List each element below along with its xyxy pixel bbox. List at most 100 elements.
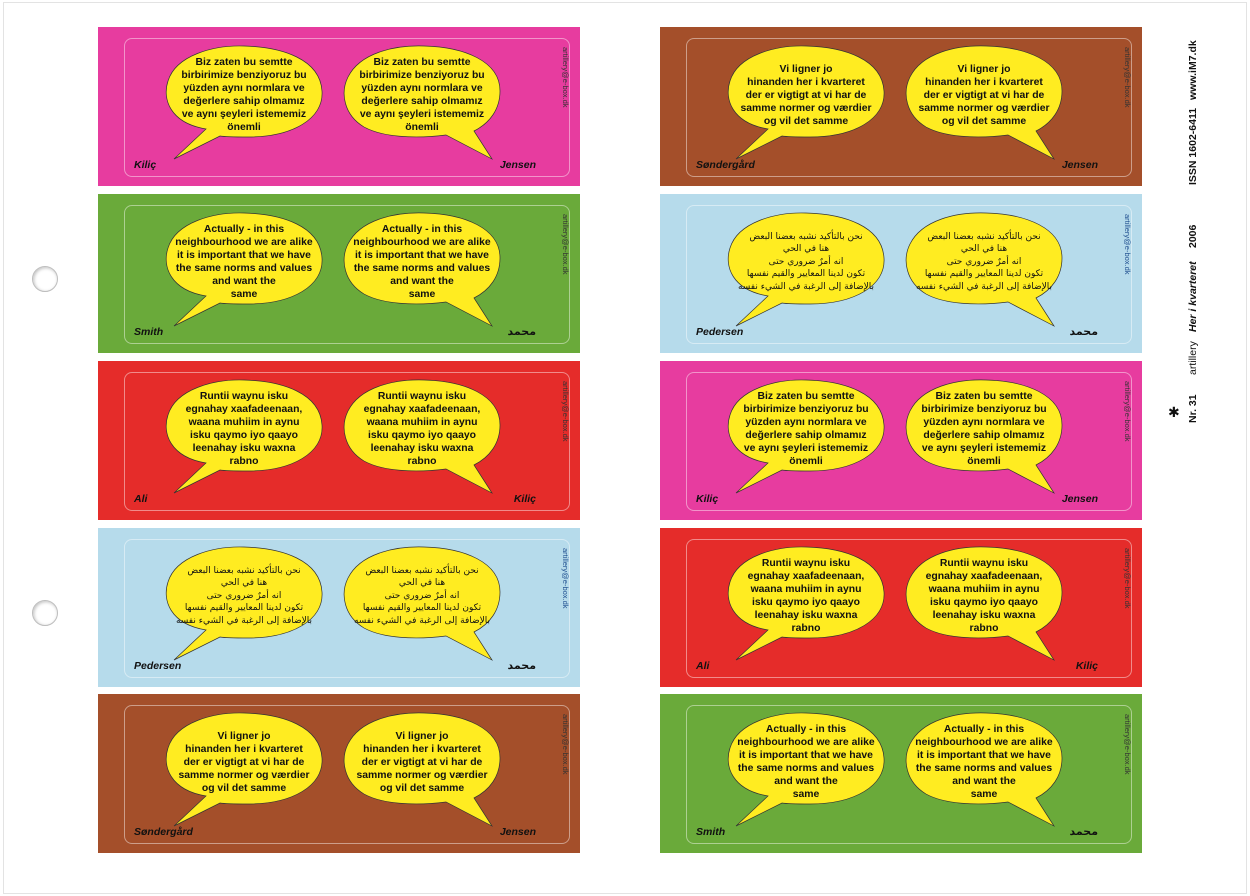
speaker-name-left: Kiliç bbox=[696, 493, 719, 505]
credit-email-text: artillery@e-box.dk bbox=[561, 47, 570, 108]
speech-bubble: Runtii waynu isku egnahay xaafadeenaan, … bbox=[342, 379, 502, 494]
bubble-text: Actually - in this neighbourhood we are … bbox=[353, 224, 491, 300]
bubble-text: Runtii waynu isku egnahay xaafadeenaan, … bbox=[747, 558, 865, 634]
credit-email: artillery@e-box.dk bbox=[561, 714, 577, 834]
sticker-panel: Actually - in this neighbourhood we are … bbox=[660, 694, 1142, 853]
speaker-name-left: Pedersen bbox=[696, 326, 744, 338]
issn: ISSN 1602-6411 bbox=[1187, 107, 1199, 185]
bubble-text: Runtii waynu isku egnahay xaafadeenaan, … bbox=[925, 558, 1043, 634]
speech-bubble: نحن بالتأكيد نشبه بعضنا البعض هنا في الح… bbox=[904, 212, 1064, 327]
speaker-name-right: محمد bbox=[507, 325, 536, 338]
bubble-text: Vi ligner jo hinanden her i kvarteret de… bbox=[356, 730, 488, 794]
speaker-name-left: Smith bbox=[696, 826, 726, 838]
website-url: www.iM7.dk bbox=[1187, 40, 1199, 100]
credit-email-text: artillery@e-box.dk bbox=[1123, 214, 1132, 275]
bubble-text: نحن بالتأكيد نشبه بعضنا البعض هنا في الح… bbox=[353, 565, 491, 626]
credit-email-text: artillery@e-box.dk bbox=[1123, 548, 1132, 609]
speaker-name-left: Ali bbox=[696, 660, 710, 672]
speaker-name-right: محمد bbox=[1069, 325, 1098, 338]
bubble-text: Actually - in this neighbourhood we are … bbox=[175, 224, 313, 300]
credit-email-text: artillery@e-box.dk bbox=[561, 714, 570, 775]
bubble-text: نحن بالتأكيد نشبه بعضنا البعض هنا في الح… bbox=[737, 231, 875, 292]
bubble-text: Actually - in this neighbourhood we are … bbox=[915, 724, 1053, 800]
speaker-name-left: Pedersen bbox=[134, 660, 182, 672]
side-caption: www.iM7.dk ISSN 1602-6411 2006 Her i kva… bbox=[1165, 30, 1199, 430]
publication-title: Her i kvarteret bbox=[1187, 261, 1199, 332]
speaker-name-right: Kiliç bbox=[1075, 660, 1098, 672]
speech-bubble: Actually - in this neighbourhood we are … bbox=[164, 212, 324, 327]
speech-bubble: نحن بالتأكيد نشبه بعضنا البعض هنا في الح… bbox=[164, 546, 324, 661]
credit-email: artillery@e-box.dk bbox=[1123, 381, 1139, 501]
speech-bubble: Vi ligner jo hinanden her i kvarteret de… bbox=[342, 712, 502, 827]
speech-bubble: Runtii waynu isku egnahay xaafadeenaan, … bbox=[904, 546, 1064, 661]
sticker-panel: Vi ligner jo hinanden her i kvarteret de… bbox=[660, 27, 1142, 186]
star-icon: ✱ bbox=[1168, 404, 1180, 420]
speech-bubble: نحن بالتأكيد نشبه بعضنا البعض هنا في الح… bbox=[342, 546, 502, 661]
credit-email-text: artillery@e-box.dk bbox=[1123, 47, 1132, 108]
bubble-text: Biz zaten bu semtte birbirimize benziyor… bbox=[921, 391, 1047, 467]
credit-email-text: artillery@e-box.dk bbox=[561, 214, 570, 275]
bubble-text: نحن بالتأكيد نشبه بعضنا البعض هنا في الح… bbox=[915, 231, 1053, 292]
speech-bubble: Vi ligner jo hinanden her i kvarteret de… bbox=[164, 712, 324, 827]
speech-bubble: Biz zaten bu semtte birbirimize benziyor… bbox=[726, 379, 886, 494]
sticker-sheet: Biz zaten bu semtte birbirimize benziyor… bbox=[0, 0, 1250, 896]
sticker-panel: Vi ligner jo hinanden her i kvarteret de… bbox=[98, 694, 580, 853]
sticker-panel: نحن بالتأكيد نشبه بعضنا البعض هنا في الح… bbox=[660, 194, 1142, 353]
bubble-text: Actually - in this neighbourhood we are … bbox=[737, 724, 875, 800]
sticker-panel: نحن بالتأكيد نشبه بعضنا البعض هنا في الح… bbox=[98, 528, 580, 687]
credit-email: artillery@e-box.dk bbox=[561, 47, 577, 167]
bubble-text: Biz zaten bu semtte birbirimize benziyor… bbox=[359, 57, 485, 133]
speech-bubble: Biz zaten bu semtte birbirimize benziyor… bbox=[164, 45, 324, 160]
bubble-text: Vi ligner jo hinanden her i kvarteret de… bbox=[740, 63, 872, 127]
speech-bubble: Biz zaten bu semtte birbirimize benziyor… bbox=[904, 379, 1064, 494]
credit-email: artillery@e-box.dk bbox=[561, 214, 577, 334]
brand: artillery bbox=[1187, 341, 1199, 375]
bubble-text: Runtii waynu isku egnahay xaafadeenaan, … bbox=[185, 391, 303, 467]
credit-email-text: artillery@e-box.dk bbox=[561, 548, 570, 609]
speaker-name-right: محمد bbox=[507, 659, 536, 672]
bubble-text: Runtii waynu isku egnahay xaafadeenaan, … bbox=[363, 391, 481, 467]
speech-bubble: Biz zaten bu semtte birbirimize benziyor… bbox=[342, 45, 502, 160]
year: 2006 bbox=[1187, 224, 1199, 248]
credit-email-text: artillery@e-box.dk bbox=[1123, 714, 1132, 775]
sticker-panel: Runtii waynu isku egnahay xaafadeenaan, … bbox=[98, 361, 580, 520]
speaker-name-left: Smith bbox=[134, 326, 164, 338]
speech-bubble: Runtii waynu isku egnahay xaafadeenaan, … bbox=[164, 379, 324, 494]
bubble-text: Vi ligner jo hinanden her i kvarteret de… bbox=[178, 730, 310, 794]
credit-email: artillery@e-box.dk bbox=[1123, 548, 1139, 668]
sticker-panel: Biz zaten bu semtte birbirimize benziyor… bbox=[660, 361, 1142, 520]
sticker-panel: Runtii waynu isku egnahay xaafadeenaan, … bbox=[660, 528, 1142, 687]
speaker-name-left: Kiliç bbox=[134, 159, 157, 171]
credit-email: artillery@e-box.dk bbox=[561, 381, 577, 501]
credit-email-text: artillery@e-box.dk bbox=[561, 381, 570, 442]
sticker-panel: Actually - in this neighbourhood we are … bbox=[98, 194, 580, 353]
speech-bubble: Vi ligner jo hinanden her i kvarteret de… bbox=[726, 45, 886, 160]
speaker-name-left: Ali bbox=[134, 493, 148, 505]
credit-email-text: artillery@e-box.dk bbox=[1123, 381, 1132, 442]
speaker-name-right: Jensen bbox=[1061, 159, 1098, 171]
speaker-name-right: Jensen bbox=[499, 826, 536, 838]
credit-email: artillery@e-box.dk bbox=[1123, 47, 1139, 167]
speech-bubble: Runtii waynu isku egnahay xaafadeenaan, … bbox=[726, 546, 886, 661]
punch-hole bbox=[32, 266, 58, 292]
speaker-name-right: Jensen bbox=[1061, 493, 1098, 505]
bubble-text: نحن بالتأكيد نشبه بعضنا البعض هنا في الح… bbox=[175, 565, 313, 626]
issue-number: Nr. 31 bbox=[1187, 394, 1199, 423]
credit-email: artillery@e-box.dk bbox=[1123, 714, 1139, 834]
speaker-name-left: Søndergård bbox=[134, 826, 193, 838]
speech-bubble: Actually - in this neighbourhood we are … bbox=[726, 712, 886, 827]
speech-bubble: نحن بالتأكيد نشبه بعضنا البعض هنا في الح… bbox=[726, 212, 886, 327]
speaker-name-right: محمد bbox=[1069, 825, 1098, 838]
bubble-text: Biz zaten bu semtte birbirimize benziyor… bbox=[181, 57, 307, 133]
speech-bubble: Actually - in this neighbourhood we are … bbox=[904, 712, 1064, 827]
speaker-name-left: Søndergård bbox=[696, 159, 755, 171]
speaker-name-right: Jensen bbox=[499, 159, 536, 171]
speech-bubble: Actually - in this neighbourhood we are … bbox=[342, 212, 502, 327]
speaker-name-right: Kiliç bbox=[513, 493, 536, 505]
speech-bubble: Vi ligner jo hinanden her i kvarteret de… bbox=[904, 45, 1064, 160]
credit-email: artillery@e-box.dk bbox=[561, 548, 577, 668]
sticker-panel: Biz zaten bu semtte birbirimize benziyor… bbox=[98, 27, 580, 186]
bubble-text: Vi ligner jo hinanden her i kvarteret de… bbox=[918, 63, 1050, 127]
punch-hole bbox=[32, 600, 58, 626]
credit-email: artillery@e-box.dk bbox=[1123, 214, 1139, 334]
